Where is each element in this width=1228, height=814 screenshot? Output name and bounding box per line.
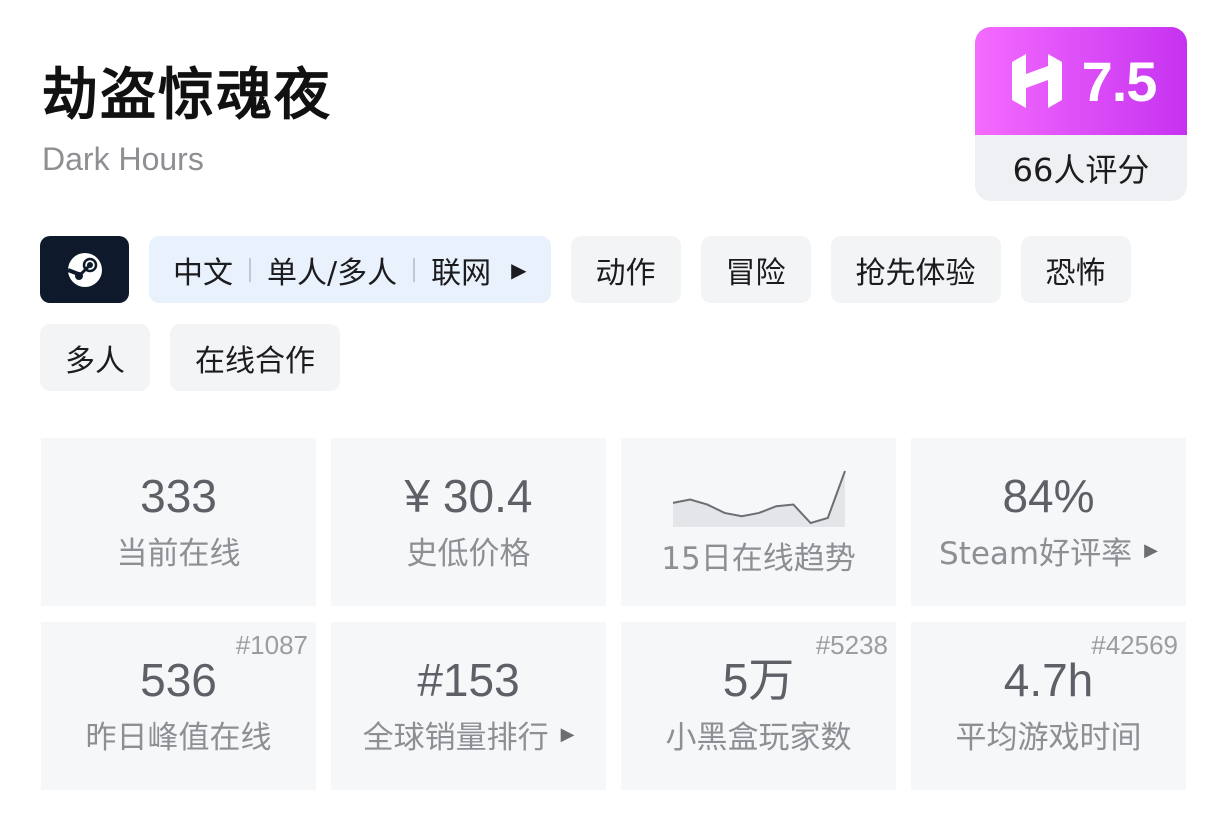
stat-label: 全球销量排行 ▶ [363, 712, 575, 757]
stat-label: Steam好评率 ▶ [939, 528, 1158, 573]
stat-avg-playtime[interactable]: #42569 4.7h 平均游戏时间 [911, 622, 1186, 790]
stat-value: 84% [1002, 470, 1095, 523]
score-value: 7.5 [1081, 49, 1158, 113]
score-count: 66人评分 [1012, 151, 1150, 189]
stat-value: #153 [417, 654, 520, 707]
language-label: 中文 [173, 255, 233, 291]
score-header: 7.5 [975, 27, 1187, 135]
tag-early-access[interactable]: 抢先体验 [830, 236, 1001, 303]
stat-label: 小黑盒玩家数 [665, 719, 852, 756]
stat-heybox-players[interactable]: #5238 5万 小黑盒玩家数 [621, 622, 896, 790]
language-mode-tag[interactable]: 中文 单人/多人 联网 ▶ [149, 236, 551, 303]
stat-current-online[interactable]: 333 当前在线 [41, 438, 316, 606]
tag-online-coop[interactable]: 在线合作 [170, 324, 340, 391]
player-mode-label: 单人/多人 [267, 255, 398, 291]
steam-platform-badge[interactable] [40, 236, 129, 303]
tag-action[interactable]: 动作 [570, 236, 681, 303]
trend-area [672, 470, 845, 527]
stat-yesterday-peak[interactable]: #1087 536 昨日峰值在线 [41, 622, 316, 790]
stat-steam-rating[interactable]: 84% Steam好评率 ▶ [911, 438, 1186, 606]
stat-value: 5万 [722, 654, 795, 707]
rank-badge: #42569 [1091, 630, 1178, 660]
game-title: 劫盗惊魂夜 [42, 63, 332, 128]
stat-label: 昨日峰值在线 [85, 719, 272, 756]
tag-adventure[interactable]: 冒险 [700, 236, 811, 303]
stat-value: 4.7h [1003, 654, 1094, 707]
stat-label-text: 全球销量排行 [362, 719, 549, 756]
chevron-right-icon: ▶ [1144, 539, 1158, 561]
stat-label: 平均游戏时间 [955, 719, 1142, 756]
game-subtitle: Dark Hours [42, 141, 204, 177]
stat-label-text: Steam好评率 [939, 535, 1133, 572]
tag-multiplayer[interactable]: 多人 [40, 324, 150, 391]
divider [413, 257, 416, 282]
rank-badge: #5238 [815, 630, 888, 660]
stat-label: 史低价格 [406, 535, 531, 572]
steam-icon [66, 252, 102, 287]
stat-global-sales-rank[interactable]: #153 全球销量排行 ▶ [331, 622, 606, 790]
stat-value: 333 [140, 470, 217, 523]
stat-lowest-price[interactable]: ¥ 30.4 史低价格 [331, 438, 606, 606]
stat-label: 当前在线 [116, 535, 241, 572]
rank-badge: #1087 [235, 630, 308, 660]
stat-value: 536 [140, 654, 217, 707]
stat-label: 15日在线趋势 [661, 540, 856, 577]
chevron-right-icon: ▶ [511, 257, 527, 282]
divider [249, 257, 251, 282]
stat-value: ¥ 30.4 [404, 470, 533, 523]
trend-sparkline [672, 470, 846, 527]
chevron-right-icon: ▶ [560, 723, 575, 745]
stat-online-trend[interactable]: 15日在线趋势 [621, 438, 896, 606]
tag-horror[interactable]: 恐怖 [1020, 236, 1131, 303]
heybox-logo-icon [1011, 54, 1062, 108]
score-card[interactable]: 7.5 66人评分 [975, 27, 1187, 201]
network-label: 联网 [431, 255, 492, 291]
